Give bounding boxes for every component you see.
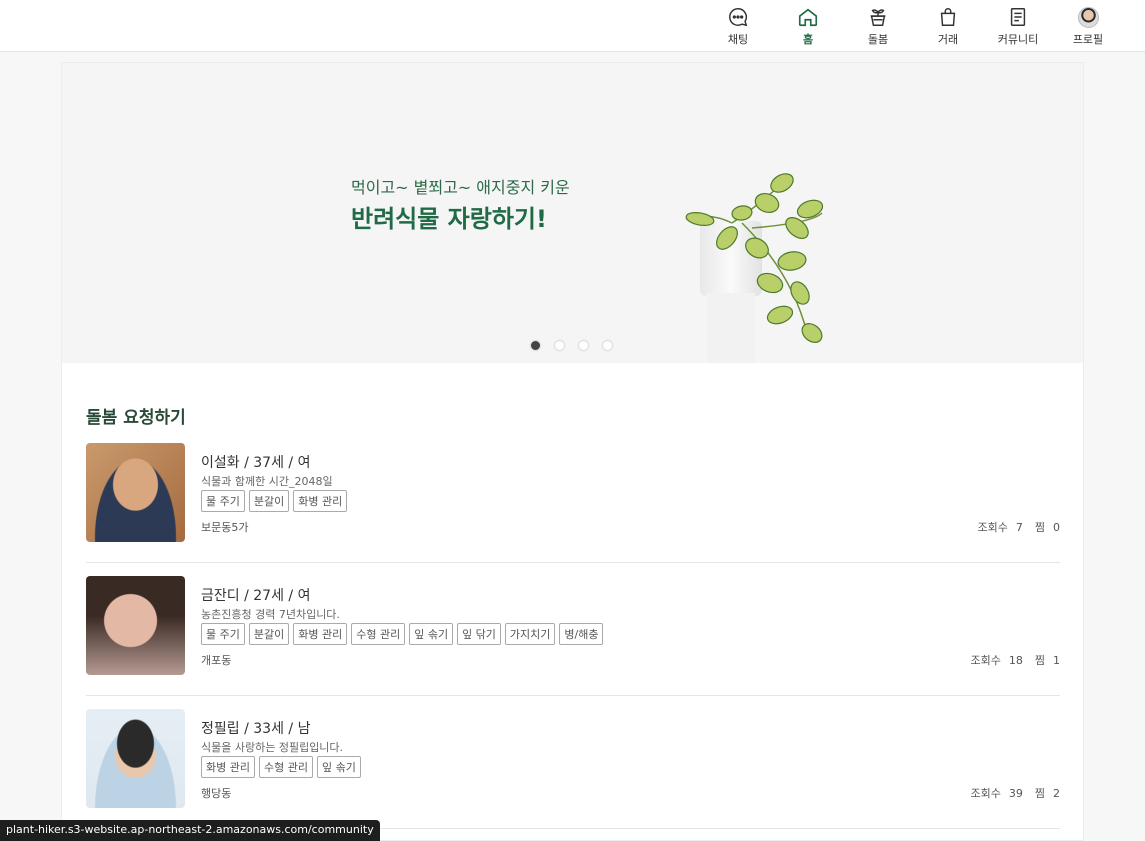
service-tag: 잎 솎기 bbox=[409, 623, 454, 645]
carousel-dot[interactable] bbox=[531, 341, 540, 350]
views-stat: 조회수 18 bbox=[971, 652, 1023, 668]
nav-care-label: 돌봄 bbox=[867, 33, 889, 46]
hero-banner[interactable]: 먹이고~ 볕쬐고~ 애지중지 키운 반려식물 자랑하기! bbox=[62, 63, 1083, 363]
requester-name: 정필립 / 33세 / 남 bbox=[201, 721, 311, 737]
care-request-item[interactable]: 정필립 / 33세 / 남식물을 사랑하는 정필립입니다. 화병 관리 수형 관리 잎… bbox=[86, 696, 1060, 829]
service-tags: 화병 관리 수형 관리 잎 솎기 bbox=[201, 756, 361, 778]
nav-profile[interactable]: 프로필 bbox=[1053, 6, 1123, 47]
request-stats: 조회수 7 찜 0 bbox=[978, 519, 1061, 535]
nav-profile-label: 프로필 bbox=[1072, 33, 1104, 46]
location-text: 보문동5가 bbox=[201, 521, 249, 534]
service-tag: 화병 관리 bbox=[293, 490, 348, 512]
service-tag: 수형 관리 bbox=[258, 756, 313, 778]
requester-intro: 식물과 함께한 시간_2048일 bbox=[201, 475, 333, 488]
service-tags: 물 주기 분갈이 화병 관리 수형 관리 잎 솎기 잎 닦기 가지치기 병/해충 bbox=[201, 623, 604, 645]
nav-chat-label: 채팅 bbox=[727, 33, 749, 46]
service-tag: 분갈이 bbox=[248, 623, 290, 645]
service-tag: 수형 관리 bbox=[351, 623, 406, 645]
service-tag: 물 주기 bbox=[201, 490, 245, 512]
service-tag: 가지치기 bbox=[504, 623, 556, 645]
service-tags: 물 주기 분갈이 화병 관리 bbox=[201, 490, 348, 512]
request-stats: 조회수 39 찜 2 bbox=[971, 785, 1061, 801]
location-text: 개포동 bbox=[201, 654, 232, 667]
likes-label: 찜 bbox=[1034, 654, 1045, 667]
care-request-item[interactable]: 이설화 / 37세 / 여식물과 함께한 시간_2048일물 주기 분갈이 화병 관… bbox=[86, 430, 1060, 563]
carousel-dot[interactable] bbox=[579, 341, 588, 350]
carousel-dot[interactable] bbox=[555, 341, 564, 350]
service-tag: 화병 관리 bbox=[293, 623, 348, 645]
views-label: 조회수 bbox=[970, 787, 1001, 800]
banner-title: 반려식물 자랑하기! bbox=[351, 205, 547, 233]
requester-name: 금잔디 / 27세 / 여 bbox=[201, 588, 311, 604]
plant-pot-icon bbox=[870, 9, 886, 26]
likes-label: 찜 bbox=[1034, 787, 1045, 800]
main-content: 먹이고~ 볕쬐고~ 애지중지 키운 반려식물 자랑하기! 돌봄 요청하기 이설화… bbox=[61, 62, 1084, 841]
likes-count: 1 bbox=[1053, 654, 1060, 667]
service-tag: 잎 닦기 bbox=[457, 623, 501, 645]
home-icon bbox=[798, 8, 818, 27]
chat-icon bbox=[729, 8, 748, 27]
profile-photo bbox=[86, 443, 185, 542]
views-stat: 조회수 7 bbox=[978, 519, 1023, 535]
nav-home[interactable]: 홈 bbox=[773, 6, 843, 47]
nav-chat[interactable]: 채팅 bbox=[703, 6, 773, 47]
likes-count: 0 bbox=[1053, 521, 1060, 534]
views-label: 조회수 bbox=[977, 521, 1008, 534]
likes-stat: 찜0 bbox=[1035, 519, 1060, 535]
likes-label: 찜 bbox=[1034, 521, 1045, 534]
views-count: 18 bbox=[1008, 654, 1023, 667]
service-tag: 병/해충 bbox=[559, 623, 604, 645]
profile-photo bbox=[86, 576, 185, 675]
nav-community[interactable]: 커뮤니티 bbox=[983, 6, 1053, 47]
service-tag: 화병 관리 bbox=[201, 756, 255, 778]
nav-trade[interactable]: 거래 bbox=[913, 6, 983, 47]
service-tag: 물 주기 bbox=[201, 623, 245, 645]
likes-count: 2 bbox=[1053, 787, 1060, 800]
profile-photo bbox=[86, 709, 185, 808]
request-stats: 조회수 18 찜 1 bbox=[971, 652, 1061, 668]
carousel-dots bbox=[531, 341, 612, 350]
views-stat: 조회수 39 bbox=[971, 785, 1023, 801]
requester-intro: 식물을 사랑하는 정필립입니다. bbox=[201, 741, 344, 754]
likes-stat: 찜2 bbox=[1035, 785, 1060, 801]
document-icon bbox=[1010, 8, 1026, 26]
views-count: 39 bbox=[1008, 787, 1023, 800]
main-nav: 채팅 홈 돌봄 거래 커뮤니티 프로필 bbox=[703, 6, 1123, 47]
carousel-dot[interactable] bbox=[603, 341, 612, 350]
top-navbar: 채팅 홈 돌봄 거래 커뮤니티 프로필 bbox=[0, 0, 1145, 52]
banner-subtitle: 먹이고~ 볕쬐고~ 애지중지 키운 bbox=[351, 178, 570, 197]
nav-trade-label: 거래 bbox=[937, 33, 959, 46]
nav-community-label: 커뮤니티 bbox=[997, 33, 1039, 46]
service-tag: 분갈이 bbox=[248, 490, 290, 512]
shopping-bag-icon bbox=[940, 8, 956, 26]
nav-home-label: 홈 bbox=[802, 33, 814, 46]
potted-plant-image bbox=[685, 173, 824, 363]
avatar bbox=[1077, 7, 1099, 28]
care-request-item[interactable]: 금잔디 / 27세 / 여농촌진흥청 경력 7년차입니다. 물 주기 분갈이 화병 관… bbox=[86, 563, 1060, 696]
nav-care[interactable]: 돌봄 bbox=[843, 6, 913, 47]
section-title: 돌봄 요청하기 bbox=[86, 408, 186, 428]
views-label: 조회수 bbox=[970, 654, 1001, 667]
likes-stat: 찜1 bbox=[1035, 652, 1060, 668]
requester-name: 이설화 / 37세 / 여 bbox=[201, 455, 311, 471]
service-tag: 잎 솎기 bbox=[316, 756, 361, 778]
views-count: 7 bbox=[1015, 521, 1023, 534]
requester-intro: 농촌진흥청 경력 7년차입니다. bbox=[201, 608, 340, 621]
status-bar-url: plant-hiker.s3-website.ap-northeast-2.am… bbox=[0, 820, 380, 841]
location-text: 행당동 bbox=[201, 787, 232, 800]
